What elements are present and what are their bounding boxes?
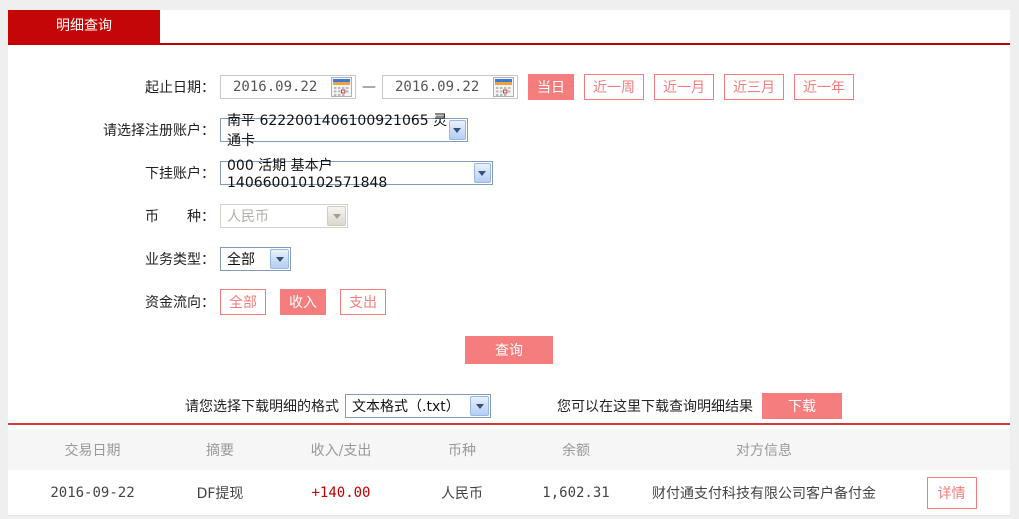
sub-account-row: 下挂账户： 000 活期 基本户 140660010102571848 bbox=[8, 158, 1010, 191]
currency-value: 人民币 bbox=[227, 209, 269, 225]
business-type-value: 全部 bbox=[227, 252, 255, 268]
quick-range-today-button[interactable]: 当日 bbox=[528, 73, 574, 101]
currency-label: 币 种： bbox=[145, 209, 215, 225]
quick-range-year-button[interactable]: 近一年 bbox=[794, 73, 854, 101]
detail-button[interactable]: 详情 bbox=[926, 476, 977, 509]
download-format-value: 文本格式（.txt） bbox=[352, 399, 460, 415]
table-top-divider bbox=[8, 423, 1010, 425]
date-range-label: 起止日期： bbox=[145, 80, 215, 96]
start-date-input[interactable]: 2016.09.22 bbox=[220, 75, 356, 99]
select-arrow-button bbox=[327, 206, 346, 226]
sub-account-label: 下挂账户： bbox=[145, 166, 215, 182]
chevron-down-icon bbox=[475, 403, 484, 409]
cell-trade-date: 2016-09-22 bbox=[50, 484, 135, 501]
table-row: 2016-09-22 DF提现 +140.00 人民币 1,602.31 财付通… bbox=[8, 470, 1010, 516]
query-form: 起止日期： 2016.09.22 — 2016.09.22 当日 近一周 近一月… bbox=[8, 45, 1010, 419]
page: 明细查询 起止日期： 2016.09.22 — 2016.09.22 当日 近一… bbox=[0, 0, 1019, 516]
date-range-row: 起止日期： 2016.09.22 — 2016.09.22 当日 近一周 近一月… bbox=[8, 73, 1010, 101]
currency-select: 人民币 bbox=[220, 204, 348, 228]
select-arrow-button[interactable] bbox=[448, 120, 466, 140]
cell-counterparty: 财付通支付科技有限公司客户备付金 bbox=[652, 485, 876, 502]
download-row: 请您选择下载明细的格式 文本格式（.txt） 您可以在这里下载查询明细结果 下载 bbox=[8, 393, 1010, 419]
calendar-icon[interactable] bbox=[331, 77, 352, 97]
end-date-input[interactable]: 2016.09.22 bbox=[382, 75, 518, 99]
quick-range-week-button[interactable]: 近一周 bbox=[584, 73, 644, 101]
fund-flow-expense-button[interactable]: 支出 bbox=[340, 288, 386, 316]
date-range-separator: — bbox=[362, 79, 376, 95]
header-summary: 摘要 bbox=[206, 442, 234, 459]
header-balance: 余额 bbox=[562, 442, 590, 459]
download-format-label: 请您选择下载明细的格式 bbox=[185, 399, 339, 415]
select-arrow-button[interactable] bbox=[470, 396, 489, 416]
download-button[interactable]: 下载 bbox=[762, 393, 842, 419]
quick-range-3months-button[interactable]: 近三月 bbox=[724, 73, 784, 101]
query-button[interactable]: 查询 bbox=[465, 336, 553, 364]
registered-account-label: 请选择注册账户： bbox=[103, 123, 215, 139]
calendar-icon[interactable] bbox=[493, 77, 514, 97]
header-currency: 币种 bbox=[448, 442, 476, 459]
content-panel: 明细查询 起止日期： 2016.09.22 — 2016.09.22 当日 近一… bbox=[8, 10, 1010, 516]
chevron-down-icon bbox=[478, 170, 487, 176]
tab-bar: 明细查询 bbox=[8, 10, 1010, 45]
cell-currency: 人民币 bbox=[441, 485, 483, 502]
business-type-select[interactable]: 全部 bbox=[220, 247, 291, 271]
sub-account-select[interactable]: 000 活期 基本户 140660010102571848 bbox=[220, 158, 493, 191]
fund-flow-income-button[interactable]: 收入 bbox=[280, 288, 326, 316]
download-format-select[interactable]: 文本格式（.txt） bbox=[345, 394, 491, 418]
fund-flow-label: 资金流向： bbox=[145, 295, 215, 311]
date-range-controls: 2016.09.22 — 2016.09.22 当日 近一周 近一月 近三月 近… bbox=[220, 73, 854, 101]
download-hint: 您可以在这里下载查询明细结果 bbox=[557, 399, 753, 415]
currency-controls: 人民币 bbox=[220, 204, 348, 228]
cell-summary: DF提现 bbox=[196, 485, 244, 502]
business-type-controls: 全部 bbox=[220, 247, 291, 271]
currency-row: 币 种： 人民币 bbox=[8, 203, 1010, 229]
tab-label: 明细查询 bbox=[56, 18, 112, 34]
end-date-value: 2016.09.22 bbox=[395, 79, 480, 95]
fund-flow-all-button[interactable]: 全部 bbox=[220, 288, 266, 316]
registered-account-row: 请选择注册账户： 南平 6222001406100921065 灵通卡 bbox=[8, 113, 1010, 149]
header-income-expense: 收入/支出 bbox=[310, 442, 372, 459]
cell-amount: +140.00 bbox=[311, 484, 371, 501]
business-type-row: 业务类型： 全部 bbox=[8, 246, 1010, 272]
select-arrow-button[interactable] bbox=[473, 163, 491, 183]
cell-balance: 1,602.31 bbox=[542, 484, 610, 501]
header-counterparty: 对方信息 bbox=[736, 442, 792, 459]
fund-flow-controls: 全部 收入 支出 bbox=[220, 288, 400, 316]
chevron-down-icon bbox=[453, 127, 462, 133]
fund-flow-row: 资金流向： 全部 收入 支出 bbox=[8, 288, 1010, 316]
chevron-down-icon bbox=[275, 256, 284, 262]
registered-account-value: 南平 6222001406100921065 灵通卡 bbox=[227, 113, 448, 149]
chevron-down-icon bbox=[332, 213, 341, 219]
registered-account-controls: 南平 6222001406100921065 灵通卡 bbox=[220, 113, 468, 149]
registered-account-select[interactable]: 南平 6222001406100921065 灵通卡 bbox=[220, 113, 468, 149]
business-type-label: 业务类型： bbox=[145, 252, 215, 268]
start-date-value: 2016.09.22 bbox=[233, 79, 318, 95]
sub-account-value: 000 活期 基本户 140660010102571848 bbox=[227, 158, 388, 191]
header-trade-date: 交易日期 bbox=[64, 442, 121, 459]
table-header-row: 交易日期 摘要 收入/支出 币种 余额 对方信息 bbox=[8, 429, 1010, 470]
tab-detail-query[interactable]: 明细查询 bbox=[8, 10, 160, 43]
sub-account-controls: 000 活期 基本户 140660010102571848 bbox=[220, 158, 493, 191]
select-arrow-button[interactable] bbox=[270, 249, 289, 269]
quick-range-month-button[interactable]: 近一月 bbox=[654, 73, 714, 101]
